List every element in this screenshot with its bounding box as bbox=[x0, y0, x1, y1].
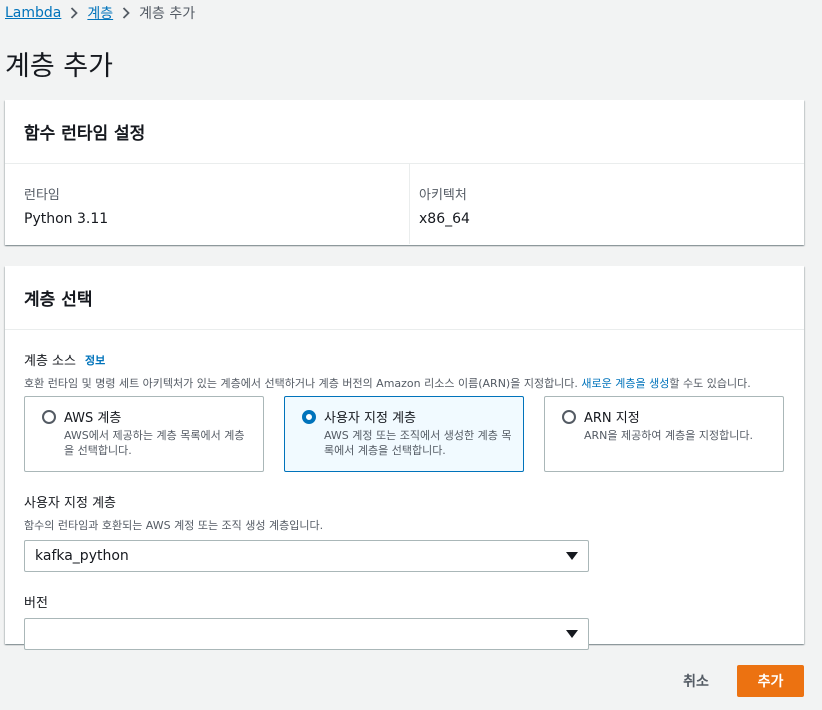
breadcrumb-layers-link[interactable]: 계층 bbox=[87, 3, 113, 23]
runtime-panel-title: 함수 런타임 설정 bbox=[5, 100, 804, 164]
runtime-label: 런타임 bbox=[24, 188, 60, 203]
form-footer: 취소 추가 bbox=[0, 665, 822, 697]
layer-source-tiles: AWS 계층 AWS에서 제공하는 계층 목록에서 계층을 선택합니다. 사용자… bbox=[24, 396, 785, 472]
custom-layer-field: 사용자 지정 계층 함수의 런타임과 호환되는 AWS 계정 또는 조직 생성 … bbox=[24, 492, 785, 572]
layer-panel-title: 계층 선택 bbox=[5, 266, 804, 330]
chevron-right-icon bbox=[122, 7, 130, 19]
layer-selection-panel: 계층 선택 계층 소스 정보 호환 런타임 및 명령 세트 아키텍처가 있는 계… bbox=[5, 266, 804, 650]
radio-specify-arn[interactable] bbox=[562, 409, 576, 424]
chevron-right-icon bbox=[70, 7, 79, 19]
tile-specify-arn[interactable]: ARN 지정 ARN을 제공하여 계층을 지정합니다. bbox=[544, 396, 784, 472]
custom-layer-select-value: kafka_python bbox=[35, 548, 129, 564]
tile-custom-layers-desc: AWS 계정 또는 조직에서 생성한 계층 목록에서 계층을 선택합니다. bbox=[324, 429, 512, 457]
breadcrumb-lambda-link[interactable]: Lambda bbox=[5, 5, 61, 21]
tile-aws-layers-label: AWS 계층 bbox=[64, 411, 122, 426]
architecture-label: 아키텍처 bbox=[419, 188, 467, 203]
tile-custom-layers[interactable]: 사용자 지정 계층 AWS 계정 또는 조직에서 생성한 계층 목록에서 계층을… bbox=[284, 396, 524, 472]
page-title: 계층 추가 bbox=[5, 51, 113, 82]
add-button[interactable]: 추가 bbox=[737, 665, 804, 697]
breadcrumb-current: 계층 추가 bbox=[139, 6, 196, 22]
tile-aws-layers-desc: AWS에서 제공하는 계층 목록에서 계층을 선택합니다. bbox=[64, 429, 245, 457]
custom-layer-label: 사용자 지정 계층 bbox=[24, 496, 116, 511]
radio-aws-layers[interactable] bbox=[42, 409, 56, 424]
runtime-column: 런타임 Python 3.11 bbox=[5, 164, 409, 244]
runtime-value: Python 3.11 bbox=[24, 211, 109, 227]
tile-aws-layers[interactable]: AWS 계층 AWS에서 제공하는 계층 목록에서 계층을 선택합니다. bbox=[24, 396, 264, 472]
cancel-button[interactable]: 취소 bbox=[674, 665, 718, 697]
architecture-value: x86_64 bbox=[419, 211, 470, 227]
version-label: 버전 bbox=[24, 596, 48, 611]
caret-down-icon bbox=[566, 552, 578, 560]
layer-source-info-link[interactable]: 정보 bbox=[85, 352, 105, 368]
runtime-settings-panel: 함수 런타임 설정 런타임 Python 3.11 아키텍처 x86_64 bbox=[5, 100, 804, 245]
create-new-layer-link[interactable]: 새로운 계층을 생성 bbox=[581, 377, 669, 390]
layer-source-description: 호환 런타임 및 명령 세트 아키텍처가 있는 계층에서 선택하거나 계층 버전… bbox=[24, 375, 785, 391]
architecture-column: 아키텍처 x86_64 bbox=[409, 164, 804, 244]
layer-source-desc-text-end: 할 수도 있습니다. bbox=[669, 377, 751, 390]
custom-layer-description: 함수의 런타임과 호환되는 AWS 계정 또는 조직 생성 계층입니다. bbox=[24, 519, 324, 532]
tile-specify-arn-label: ARN 지정 bbox=[584, 411, 640, 426]
tile-custom-layers-label: 사용자 지정 계층 bbox=[324, 411, 416, 426]
version-field: 버전 bbox=[24, 592, 785, 650]
radio-custom-layers[interactable] bbox=[302, 409, 316, 424]
layer-source-label-row: 계층 소스 정보 bbox=[24, 350, 785, 370]
breadcrumb: Lambda 계층 계층 추가 bbox=[5, 3, 195, 23]
layer-source-desc-text: 호환 런타임 및 명령 세트 아키텍처가 있는 계층에서 선택하거나 계층 버전… bbox=[24, 377, 582, 390]
custom-layer-select[interactable]: kafka_python bbox=[24, 540, 589, 572]
layer-source-label: 계층 소스 bbox=[24, 354, 76, 369]
version-select[interactable] bbox=[24, 618, 589, 650]
caret-down-icon bbox=[566, 630, 578, 638]
tile-specify-arn-desc: ARN을 제공하여 계층을 지정합니다. bbox=[584, 429, 753, 442]
